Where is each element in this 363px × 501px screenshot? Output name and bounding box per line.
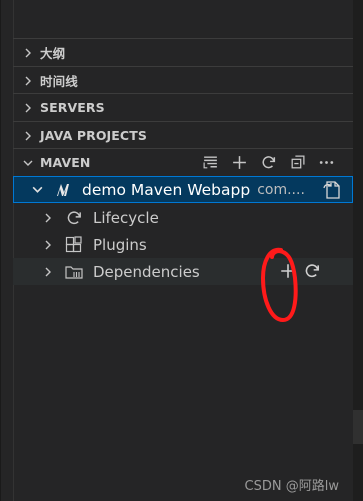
chevron-down-icon [20,155,36,171]
maven-toolbar [201,154,335,172]
chevron-right-icon [20,45,36,61]
more-icon[interactable] [317,154,335,172]
chevron-right-icon [42,212,54,224]
chevron-right-icon [20,73,36,89]
collapse-all-icon[interactable] [288,154,306,172]
section-label: 大纲 [40,46,66,61]
section-java-projects[interactable]: JAVA PROJECTS [13,121,353,149]
watermark: CSDN @阿路lw [244,479,339,494]
chevron-right-icon [20,100,36,116]
tree-item-label: Lifecycle [93,208,159,227]
tree-item-label: Dependencies [93,262,200,281]
list-filter-icon[interactable] [201,154,219,172]
chevron-right-icon [42,239,54,251]
plus-icon[interactable] [230,154,248,172]
folder-library-icon [64,264,84,280]
extensions-icon [64,235,84,254]
red-annotation-circle [260,247,298,323]
chevron-down-icon [30,183,44,196]
section-timeline[interactable]: 时间线 [13,66,353,94]
project-description: com.... [257,181,305,198]
section-label: MAVEN [40,155,91,170]
refresh-icon[interactable] [303,262,321,280]
open-pom-icon[interactable] [321,180,343,200]
refresh-icon[interactable] [259,154,277,172]
maven-icon [56,183,74,197]
scrollbar-thumb[interactable] [352,410,363,444]
section-label: SERVERS [40,100,105,115]
refresh-icon [64,209,84,227]
section-label: 时间线 [40,74,78,89]
section-maven[interactable]: MAVEN [13,148,353,176]
tree-item-label: Plugins [93,235,147,254]
chevron-right-icon [42,266,54,278]
section-servers[interactable]: SERVERS [13,93,353,121]
tree-item-lifecycle[interactable]: Lifecycle [13,204,353,231]
section-label: JAVA PROJECTS [40,128,147,143]
scrollbar[interactable] [352,0,363,501]
project-name: demo Maven Webapp [82,180,251,199]
chevron-right-icon [20,128,36,144]
section-outline[interactable]: 大纲 [13,38,353,66]
tree-item-project[interactable]: demo Maven Webapp com.... [13,176,353,203]
explorer-sidebar: 大纲 时间线 SERVERS JAVA PROJECTS MAVEN demo … [0,0,353,501]
